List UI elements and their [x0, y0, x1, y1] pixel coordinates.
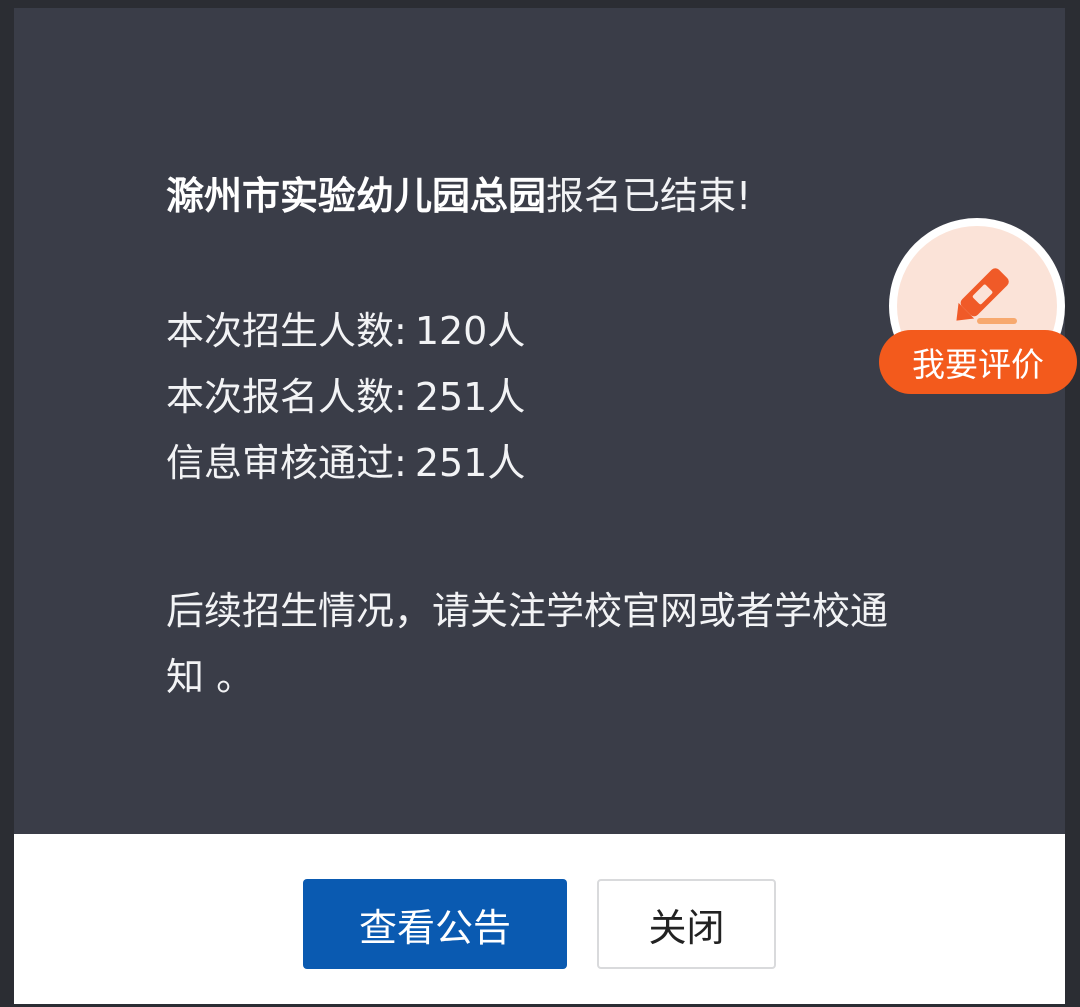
rate-label: 我要评价 — [879, 330, 1077, 394]
stat-value: 251人 — [414, 375, 526, 419]
dialog-footer: 查看公告 关闭 — [14, 834, 1065, 1004]
dialog-headline: 滁州市实验幼儿园总园报名已结束! — [166, 166, 906, 226]
enrollment-stats: 本次招生人数: 120人 本次报名人数: 251人 信息审核通过: 251人 — [166, 298, 906, 496]
pencil-icon — [956, 268, 1017, 324]
stat-label: 本次报名人数: — [166, 375, 407, 419]
stat-label: 信息审核通过: — [166, 441, 407, 485]
stat-value: 251人 — [414, 441, 526, 485]
view-notice-button[interactable]: 查看公告 — [303, 879, 567, 969]
followup-text: 后续招生情况，请关注学校官网或者学校通知 。 — [166, 589, 889, 699]
stat-value: 120人 — [414, 309, 526, 353]
enrollment-dialog: 滁州市实验幼儿园总园报名已结束! 本次招生人数: 120人 本次报名人数: 25… — [14, 8, 1065, 1004]
stat-row-applicants: 本次报名人数: 251人 — [166, 364, 906, 430]
stat-row-approved: 信息审核通过: 251人 — [166, 430, 906, 496]
close-button[interactable]: 关闭 — [597, 879, 776, 969]
rate-widget[interactable]: 我要评价 — [879, 218, 1079, 398]
school-name: 滁州市实验幼儿园总园 — [166, 174, 547, 218]
dialog-content: 滁州市实验幼儿园总园报名已结束! 本次招生人数: 120人 本次报名人数: 25… — [166, 166, 906, 710]
stat-label: 本次招生人数: — [166, 309, 407, 353]
status-text: 报名已结束! — [546, 174, 752, 218]
stat-row-quota: 本次招生人数: 120人 — [166, 298, 906, 364]
